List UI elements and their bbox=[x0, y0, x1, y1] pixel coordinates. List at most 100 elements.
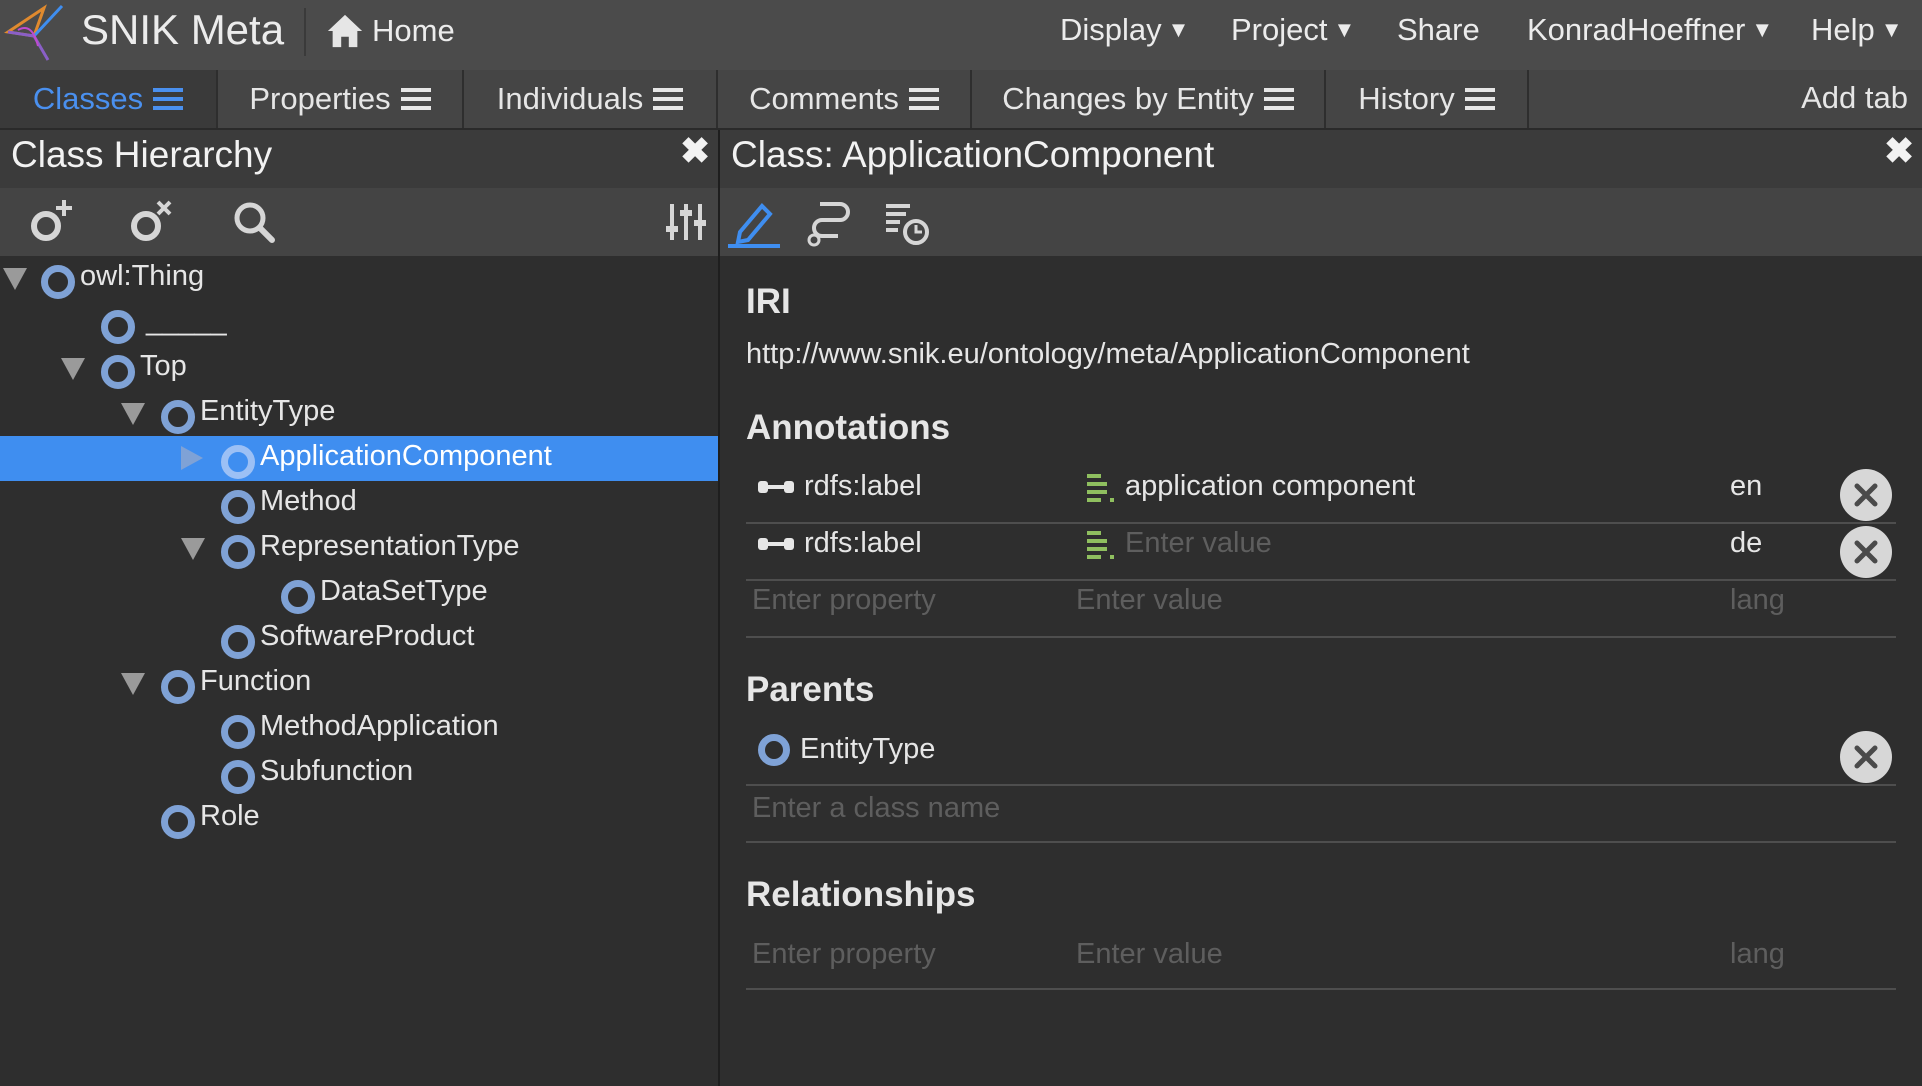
tree-item-entitytype[interactable]: EntityType bbox=[0, 391, 718, 436]
parent-class-input[interactable]: Enter a class name bbox=[752, 792, 1000, 825]
add-class-icon[interactable] bbox=[26, 196, 78, 248]
project-menu[interactable]: Project ▼ bbox=[1231, 12, 1355, 48]
row-divider bbox=[746, 784, 1896, 786]
tree-item-label: Top bbox=[140, 350, 187, 382]
tree-item-methodapplication[interactable]: MethodApplication bbox=[0, 706, 718, 751]
menu-icon[interactable] bbox=[1464, 88, 1495, 110]
delete-parent-button[interactable] bbox=[1840, 731, 1892, 783]
tab-label: Changes by Entity bbox=[1002, 81, 1254, 116]
class-node-icon bbox=[101, 355, 135, 389]
tree-item-label: SoftwareProduct bbox=[260, 620, 475, 652]
tree-item-function[interactable]: Function bbox=[0, 661, 718, 706]
delete-class-icon[interactable] bbox=[126, 196, 178, 248]
annotation-lang[interactable]: en bbox=[1730, 470, 1762, 503]
tree-item-blank[interactable]: _____ bbox=[0, 301, 718, 346]
tree-item-label: MethodApplication bbox=[260, 710, 499, 742]
tree-item-method[interactable]: Method bbox=[0, 481, 718, 526]
delete-annotation-button[interactable] bbox=[1840, 469, 1892, 521]
tab-label: History bbox=[1358, 81, 1455, 116]
new-annotation-lang-input[interactable]: lang bbox=[1730, 584, 1785, 617]
user-menu-label: KonradHoeffner bbox=[1527, 12, 1746, 47]
menu-icon[interactable] bbox=[653, 88, 684, 110]
close-icon[interactable]: ✖ bbox=[680, 130, 710, 172]
class-node-icon bbox=[221, 760, 255, 794]
close-icon bbox=[1854, 483, 1878, 507]
annotation-property[interactable]: rdfs:label bbox=[758, 470, 922, 503]
search-icon[interactable] bbox=[228, 196, 280, 248]
title-divider bbox=[304, 8, 306, 56]
annotations-heading: Annotations bbox=[746, 408, 951, 447]
class-node-icon bbox=[161, 805, 195, 839]
collapse-arrow-icon[interactable] bbox=[61, 358, 85, 380]
collapse-arrow-icon[interactable] bbox=[121, 673, 145, 695]
new-relationship-value-input[interactable]: Enter value bbox=[1076, 938, 1223, 971]
user-menu[interactable]: KonradHoeffner ▼ bbox=[1527, 12, 1773, 48]
expand-arrow-icon[interactable] bbox=[181, 446, 203, 470]
class-node-icon bbox=[221, 535, 255, 569]
history-list-icon[interactable] bbox=[880, 196, 932, 248]
menu-icon[interactable] bbox=[400, 88, 431, 110]
edit-pencil-icon[interactable] bbox=[728, 196, 780, 248]
tree-item-label: ApplicationComponent bbox=[260, 440, 552, 472]
tree-item-applicationcomponent[interactable]: ApplicationComponent bbox=[0, 436, 718, 481]
iri-heading: IRI bbox=[746, 282, 791, 321]
panel-divider[interactable] bbox=[718, 130, 720, 1086]
annotation-lang[interactable]: de bbox=[1730, 527, 1762, 560]
tab-individuals[interactable]: Individuals bbox=[464, 70, 718, 128]
tab-comments[interactable]: Comments bbox=[718, 70, 972, 128]
tree-item-label: Function bbox=[200, 665, 312, 697]
home-label: Home bbox=[372, 13, 455, 48]
class-hierarchy-header: Class Hierarchy ✖ bbox=[0, 130, 718, 188]
project-menu-label: Project bbox=[1231, 12, 1328, 47]
annotation-value-input[interactable]: Enter value bbox=[1087, 527, 1272, 560]
tree-item-datasettype[interactable]: DataSetType bbox=[0, 571, 718, 616]
snik-logo-icon[interactable] bbox=[4, 2, 66, 62]
caret-down-icon: ▼ bbox=[1167, 17, 1190, 42]
new-relationship-lang-input[interactable]: lang bbox=[1730, 938, 1785, 971]
tree-item-label: Method bbox=[260, 485, 357, 517]
close-icon[interactable]: ✖ bbox=[1884, 130, 1914, 172]
tree-item-owl-thing[interactable]: owl:Thing bbox=[0, 256, 718, 301]
annotation-value[interactable]: application component bbox=[1087, 470, 1415, 503]
tab-history[interactable]: History bbox=[1326, 70, 1529, 128]
new-annotation-value-input[interactable]: Enter value bbox=[1076, 584, 1223, 617]
share-menu[interactable]: Share bbox=[1397, 12, 1480, 48]
usage-path-icon[interactable] bbox=[804, 196, 856, 248]
collapse-arrow-icon[interactable] bbox=[121, 403, 145, 425]
home-link[interactable]: Home bbox=[326, 6, 455, 56]
display-menu[interactable]: Display ▼ bbox=[1060, 12, 1189, 48]
tab-properties[interactable]: Properties bbox=[218, 70, 464, 128]
new-relationship-property-input[interactable]: Enter property bbox=[752, 938, 936, 971]
class-node-icon bbox=[101, 310, 135, 344]
home-icon bbox=[327, 14, 363, 48]
tree-item-subfunction[interactable]: Subfunction bbox=[0, 751, 718, 796]
delete-annotation-button[interactable] bbox=[1840, 526, 1892, 578]
new-annotation-property-input[interactable]: Enter property bbox=[752, 584, 936, 617]
parent-class[interactable]: EntityType bbox=[758, 733, 935, 766]
class-node-icon bbox=[161, 400, 195, 434]
annotation-property[interactable]: rdfs:label bbox=[758, 527, 922, 560]
relationships-heading: Relationships bbox=[746, 875, 976, 914]
caret-down-icon: ▼ bbox=[1880, 17, 1903, 42]
tree-item-top[interactable]: Top bbox=[0, 346, 718, 391]
tree-item-label: Subfunction bbox=[260, 755, 414, 787]
parent-class-label: EntityType bbox=[800, 733, 936, 765]
menu-icon[interactable] bbox=[153, 88, 184, 110]
help-menu[interactable]: Help ▼ bbox=[1811, 12, 1903, 48]
menu-icon[interactable] bbox=[908, 88, 939, 110]
collapse-arrow-icon[interactable] bbox=[3, 268, 27, 290]
menu-icon[interactable] bbox=[1263, 88, 1294, 110]
class-node-icon bbox=[758, 733, 790, 766]
tree-item-role[interactable]: Role bbox=[0, 796, 718, 841]
property-link-icon bbox=[758, 480, 794, 493]
add-tab-button[interactable]: Add tab bbox=[1801, 80, 1908, 116]
tab-changes-by-entity[interactable]: Changes by Entity bbox=[972, 70, 1326, 128]
parents-heading: Parents bbox=[746, 670, 875, 709]
tree-item-representationtype[interactable]: RepresentationType bbox=[0, 526, 718, 571]
class-node-icon bbox=[221, 490, 255, 524]
tree-item-softwareproduct[interactable]: SoftwareProduct bbox=[0, 616, 718, 661]
settings-sliders-icon[interactable] bbox=[660, 196, 712, 248]
collapse-arrow-icon[interactable] bbox=[181, 538, 205, 560]
tab-classes[interactable]: Classes bbox=[0, 70, 218, 128]
display-menu-label: Display bbox=[1060, 12, 1162, 47]
